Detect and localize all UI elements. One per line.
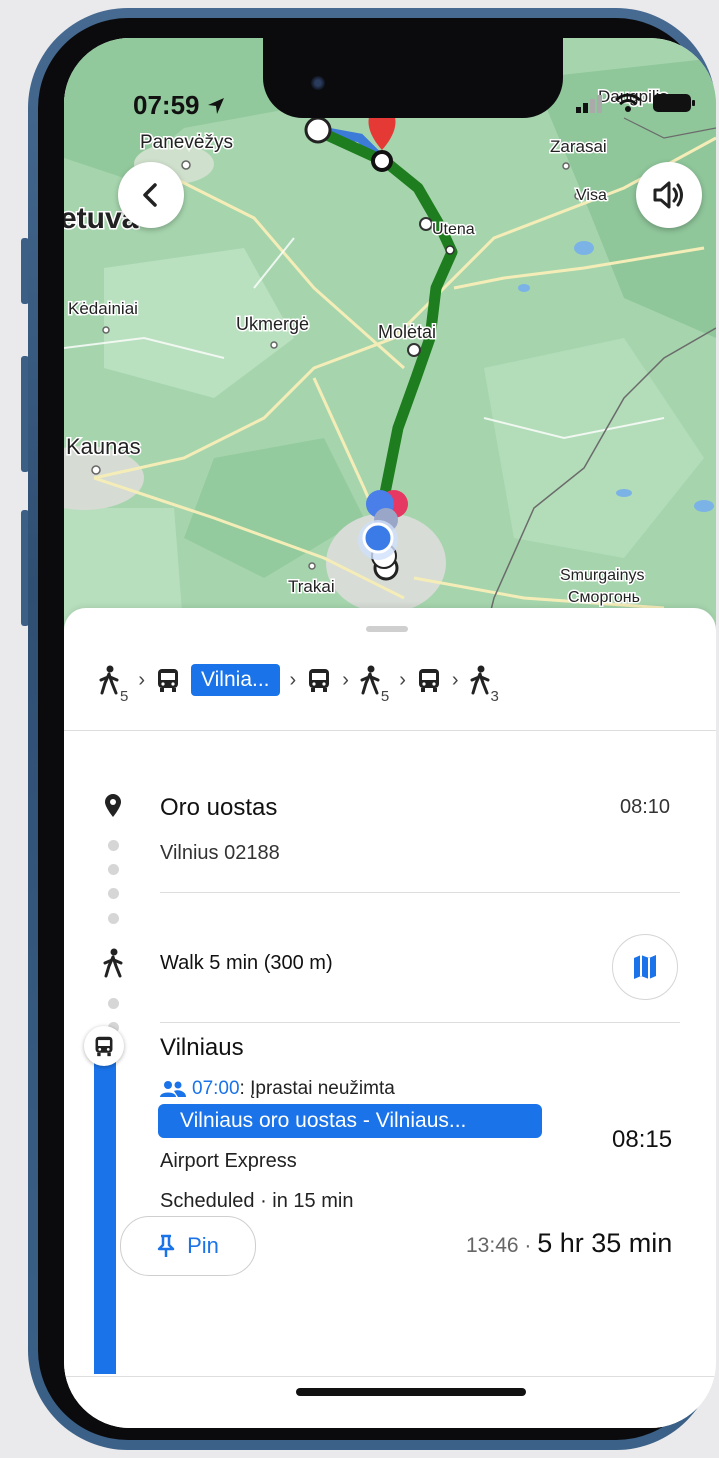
footer-divider: [64, 1376, 716, 1377]
directions-sheet: 5 › Vilnia... › › 5 › › 3 Oro uostas 08:…: [64, 608, 716, 1428]
home-indicator[interactable]: [296, 1388, 526, 1396]
sound-toggle-button[interactable]: [636, 162, 702, 228]
walk-icon: [103, 948, 123, 978]
walk-icon: [99, 665, 119, 695]
bus-icon: [418, 669, 439, 692]
summary-separator: ·: [518, 1234, 538, 1257]
signal-icon: [576, 95, 602, 113]
phone-screen: Panevėžys Zarasai Daugpilis Visa Utena K…: [64, 38, 716, 1428]
map-icon: [634, 955, 656, 979]
wifi-icon: [615, 93, 641, 112]
transit-stop-name: Vilniaus: [160, 1034, 244, 1061]
map-label-kedainiai: Kėdainiai: [68, 299, 138, 318]
walk-map-button[interactable]: [612, 934, 678, 1000]
walk-instruction: Walk 5 min (300 m): [160, 952, 333, 974]
step-separator-icon: ›: [289, 668, 297, 691]
sheet-drag-handle[interactable]: [366, 626, 408, 632]
path-dot: [108, 888, 119, 899]
walk-step: 5: [98, 665, 128, 705]
crowd-info: 07:00: Įprastai neužimta: [160, 1078, 395, 1100]
location-arrow-icon: [207, 97, 224, 114]
map-label-ukmerge: Ukmergė: [236, 314, 309, 334]
path-dot: [108, 998, 119, 1009]
pin-button[interactable]: Pin: [120, 1216, 256, 1276]
walk-icon: [470, 665, 490, 695]
step-separator-icon: ›: [399, 668, 406, 691]
status-time: 07:59: [133, 90, 226, 121]
path-dot: [108, 840, 119, 851]
walk-icon: [360, 665, 380, 695]
map-label-utena: Utena: [432, 221, 475, 238]
pin-icon: [157, 1234, 175, 1257]
bus-icon: [95, 1036, 113, 1057]
map-label-visa: Visa: [576, 187, 607, 204]
transit-departure-time: 08:15: [612, 1126, 673, 1153]
transit-line-bar: [94, 1044, 116, 1374]
transit-stop-marker: [84, 1026, 124, 1066]
stop-origin-time: 08:10: [620, 796, 671, 818]
map-label-panevezys: Panevėžys: [140, 132, 233, 153]
phone-frame: Panevėžys Zarasai Daugpilis Visa Utena K…: [28, 8, 716, 1450]
map-label-smurgainys: Smurgainys: [560, 567, 644, 584]
location-pin-icon: [105, 794, 121, 817]
route-name-pill[interactable]: Vilniaus oro uostas - Vilniaus...: [158, 1104, 542, 1138]
status-icons: [576, 92, 696, 114]
path-dot: [108, 913, 119, 924]
crowd-status: : Įprastai neužimta: [239, 1078, 395, 1099]
transit-schedule: Scheduled · in 15 min: [160, 1190, 354, 1212]
front-camera: [311, 76, 325, 90]
bus-icon: [158, 669, 179, 692]
battery-icon: [653, 94, 695, 112]
path-dot: [108, 864, 119, 875]
walk-step: 3: [469, 665, 499, 705]
walk-step: 5: [359, 665, 389, 705]
trip-duration: 5 hr 35 min: [537, 1228, 673, 1258]
map-view[interactable]: Panevėžys Zarasai Daugpilis Visa Utena K…: [64, 38, 716, 638]
row-divider: [160, 1022, 680, 1023]
transit-operator: Airport Express: [160, 1150, 297, 1172]
notch: [263, 38, 563, 118]
chevron-left-icon: [143, 183, 157, 207]
map-label-kaunas: Kaunas: [66, 434, 141, 459]
step-separator-icon: ›: [342, 668, 349, 691]
step-separator-icon: ›: [138, 668, 146, 691]
map-label-smorgon-cyrillic: Сморгонь: [568, 589, 640, 606]
volume-icon: [653, 181, 683, 209]
arrival-time: 13:46: [466, 1234, 519, 1257]
back-button[interactable]: [118, 162, 184, 228]
route-badge: Vilnia...: [191, 664, 280, 696]
trip-summary: 13:46 · 5 hr 35 min: [466, 1228, 672, 1259]
step-separator-icon: ›: [451, 668, 459, 691]
map-label-trakai: Trakai: [288, 577, 335, 596]
row-divider: [160, 892, 680, 893]
crowd-time: 07:00: [192, 1078, 240, 1099]
steps-divider: [64, 730, 716, 731]
people-icon: [160, 1081, 186, 1097]
stop-origin-address: Vilnius 02188: [160, 842, 280, 864]
map-label-zarasai: Zarasai: [550, 137, 607, 156]
stop-origin-name: Oro uostas: [160, 794, 278, 821]
trip-steps-summary[interactable]: 5 › Vilnia... › › 5 › › 3: [98, 652, 499, 708]
map-label-moletai: Molėtai: [378, 322, 436, 342]
bus-icon: [309, 669, 330, 692]
